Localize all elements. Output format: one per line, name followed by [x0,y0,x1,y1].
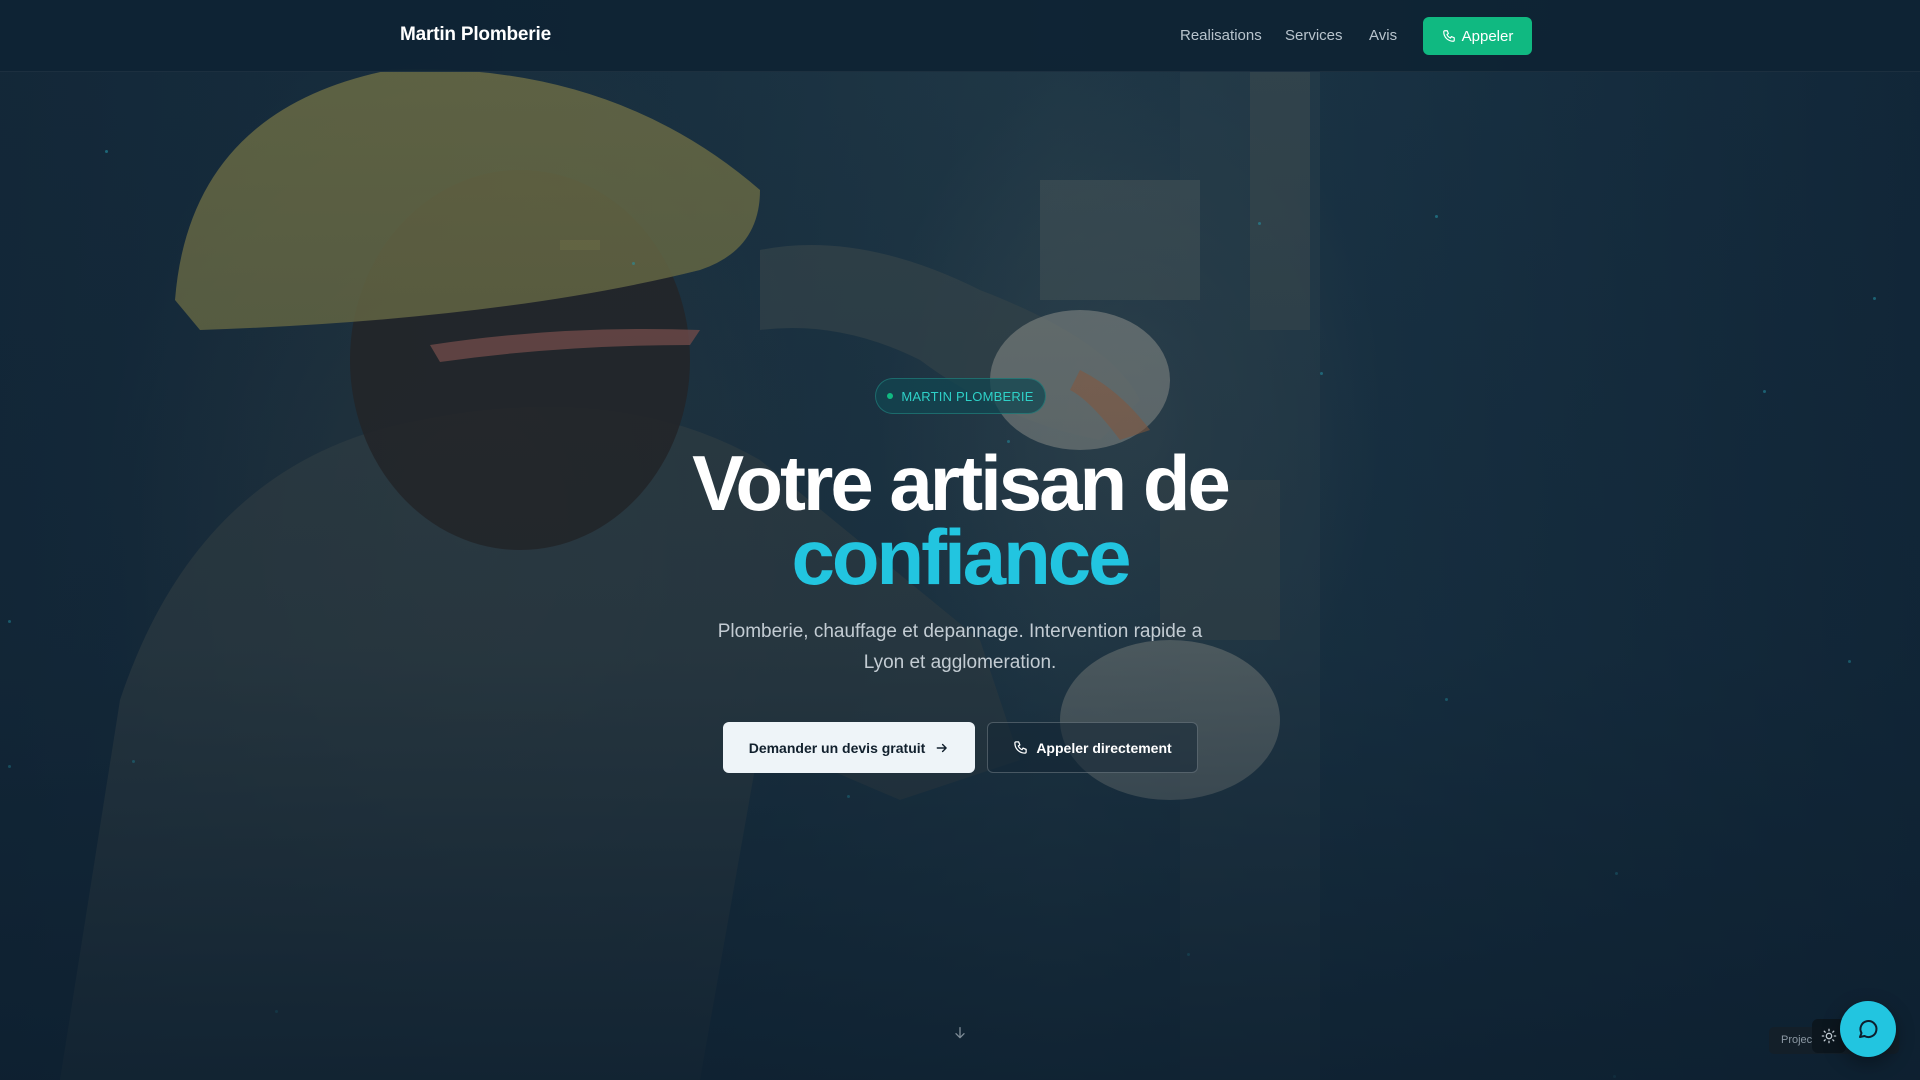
arrow-down-icon[interactable] [952,1024,968,1042]
navbar: Martin Plomberie Realisations Services A… [0,0,1920,72]
hero-title-accent: confiance [791,513,1131,601]
request-quote-button[interactable]: Demander un devis gratuit [723,722,975,773]
chat-icon [1859,1020,1878,1039]
badge-label: MARTIN PLOMBERIE [901,388,1034,404]
nav-link-realisations[interactable]: Realisations [1180,27,1262,44]
phone-icon [1442,30,1455,42]
nav-link-avis[interactable]: Avis [1369,27,1397,44]
chat-button[interactable] [1840,1001,1896,1057]
hero-subtitle: Plomberie, chauffage et depannage. Inter… [717,621,1203,673]
request-quote-label: Demander un devis gratuit [748,739,926,756]
phone-icon [1014,741,1028,754]
call-directly-label: Appeler directement [1036,739,1172,756]
call-button[interactable]: Appeler [1423,17,1532,55]
sun-icon [1821,1028,1837,1044]
badge-dot-icon [887,393,894,399]
brand-logo[interactable]: Martin Plomberie [400,24,551,46]
call-button-label: Appeler [1461,27,1514,45]
nav-link-services[interactable]: Services [1285,27,1343,44]
call-directly-button[interactable]: Appeler directement [987,722,1198,773]
hero-badge: MARTIN PLOMBERIE [875,378,1046,414]
arrow-right-icon [936,743,948,752]
